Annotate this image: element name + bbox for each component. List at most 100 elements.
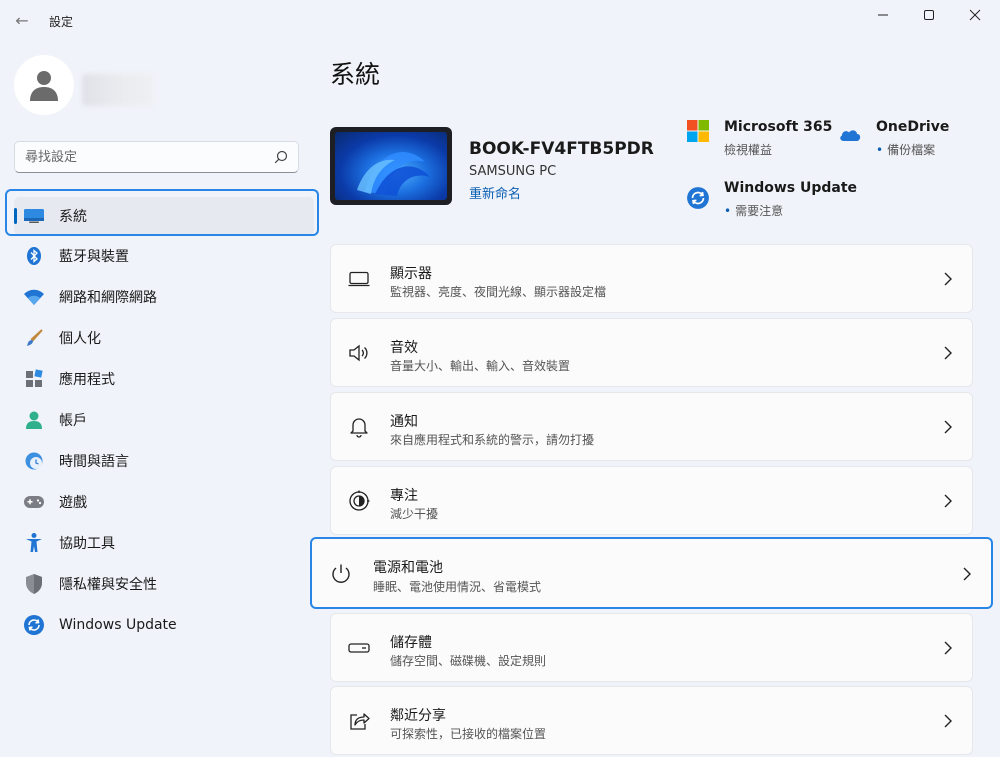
sidebar-item-label: 遊戲 [59,495,87,511]
active-indicator [14,208,17,224]
sidebar-item-label: 應用程式 [59,372,115,388]
page-title: 系統 [330,60,381,89]
sidebar-item-accessibility[interactable]: 協助工具 [14,524,314,562]
microsoft-365-link[interactable]: Microsoft 365 檢視權益 [686,119,832,159]
sidebar-item-label: 帳戶 [59,413,87,429]
sidebar-item-time-language[interactable]: 時間與語言 [14,442,314,480]
chevron-right-icon [963,567,971,581]
quick-subtitle-text: 需要注意 [735,204,784,218]
card-subtitle: 音量大小、輸出、輸入、音效裝置 [390,359,571,373]
device-model: SAMSUNG PC [469,164,557,179]
sidebar-item-label: 系統 [59,209,87,225]
card-storage[interactable]: 儲存體 儲存空間、磁碟機、設定規則 [330,613,973,682]
brush-icon [22,326,46,350]
system-icon [22,204,46,228]
sidebar-item-bluetooth[interactable]: 藍牙與裝置 [14,237,314,275]
shield-icon [22,572,46,596]
card-title: 顯示器 [390,266,432,282]
maximize-button[interactable] [906,0,952,30]
wifi-icon [22,285,46,309]
close-icon [969,9,981,21]
card-title: 通知 [390,414,418,430]
card-subtitle: 可探索性，已接收的檔案位置 [390,727,547,741]
minimize-icon [878,14,888,16]
chevron-right-icon [944,714,952,728]
back-arrow-icon: ← [15,10,29,30]
sidebar-item-accounts[interactable]: 帳戶 [14,401,314,439]
chevron-right-icon [944,641,952,655]
sidebar-item-label: 藍牙與裝置 [59,249,129,265]
sidebar-item-privacy[interactable]: 隱私權與安全性 [14,565,314,603]
rename-link[interactable]: 重新命名 [469,183,521,202]
status-dot: • [724,204,732,218]
chevron-right-icon [944,420,952,434]
windows-update-icon [687,187,709,209]
card-subtitle: 睡眠、電池使用情況、省電模式 [373,580,542,594]
user-name-redacted [82,74,154,106]
display-icon [348,268,370,290]
card-title: 儲存體 [390,635,432,651]
onedrive-cloud-icon [840,130,861,141]
bell-icon [348,416,370,438]
maximize-icon [924,10,934,20]
back-button[interactable]: ← [10,8,34,32]
sidebar-item-label: 協助工具 [59,536,115,552]
quick-subtitle: 檢視權益 [724,143,773,157]
windows-update-link[interactable]: Windows Update • 需要注意 [686,180,857,220]
card-subtitle: 儲存空間、磁碟機、設定規則 [390,654,547,668]
quick-title: Microsoft 365 [724,119,833,135]
card-subtitle: 減少干擾 [390,507,439,521]
sidebar-item-system[interactable]: 系統 [14,197,314,235]
apps-icon [22,367,46,391]
chevron-right-icon [944,346,952,360]
device-image [330,127,452,205]
power-icon [330,563,352,585]
title-bar: ← 設定 [0,0,1000,42]
card-notifications[interactable]: 通知 來自應用程式和系統的警示，請勿打擾 [330,392,973,461]
bluetooth-icon [22,244,46,268]
quick-title: OneDrive [876,119,950,135]
card-title: 專注 [390,488,418,504]
microsoft-logo-icon [687,120,709,142]
search-icon[interactable] [274,150,288,164]
quick-subtitle: • 需要注意 [724,202,783,219]
card-title: 鄰近分享 [390,708,446,724]
sidebar-item-windows-update[interactable]: Windows Update [14,606,314,644]
card-nearby-sharing[interactable]: 鄰近分享 可探索性，已接收的檔案位置 [330,686,973,755]
avatar[interactable] [14,55,74,115]
minimize-button[interactable] [860,0,906,30]
status-dot: • [876,143,884,157]
storage-icon [348,637,370,659]
sidebar-item-gaming[interactable]: 遊戲 [14,483,314,521]
close-button[interactable] [952,0,998,30]
sidebar-item-label: 時間與語言 [59,454,129,470]
sidebar-item-label: 網路和網際網路 [59,290,157,306]
card-power-battery[interactable]: 電源和電池 睡眠、電池使用情況、省電模式 [310,537,993,609]
user-avatar-icon [30,71,58,101]
wallpaper-bloom [335,132,447,200]
quick-subtitle: • 備份檔案 [876,141,935,158]
quick-title: Windows Update [724,180,858,196]
app-title: 設定 [49,15,74,29]
card-title: 電源和電池 [373,560,443,576]
focus-icon [348,490,370,512]
chevron-right-icon [944,494,952,508]
sidebar-item-network[interactable]: 網路和網際網路 [14,278,314,316]
sidebar-item-apps[interactable]: 應用程式 [14,360,314,398]
card-focus[interactable]: 專注 減少干擾 [330,466,973,535]
search-box[interactable] [14,141,299,173]
card-sound[interactable]: 音效 音量大小、輸出、輸入、音效裝置 [330,318,973,387]
accessibility-icon [22,531,46,555]
chevron-right-icon [944,272,952,286]
card-display[interactable]: 顯示器 監視器、亮度、夜間光線、顯示器設定檔 [330,244,973,313]
sidebar-item-personalization[interactable]: 個人化 [14,319,314,357]
card-title: 音效 [390,340,418,356]
quick-subtitle-text: 備份檔案 [887,143,936,157]
device-name: BOOK-FV4FTB5PDR [469,139,654,159]
onedrive-link[interactable]: OneDrive • 備份檔案 [838,119,958,159]
account-icon [22,408,46,432]
speaker-icon [348,342,370,364]
share-icon [348,710,370,732]
windows-update-icon [22,613,46,637]
search-input[interactable] [25,142,265,172]
